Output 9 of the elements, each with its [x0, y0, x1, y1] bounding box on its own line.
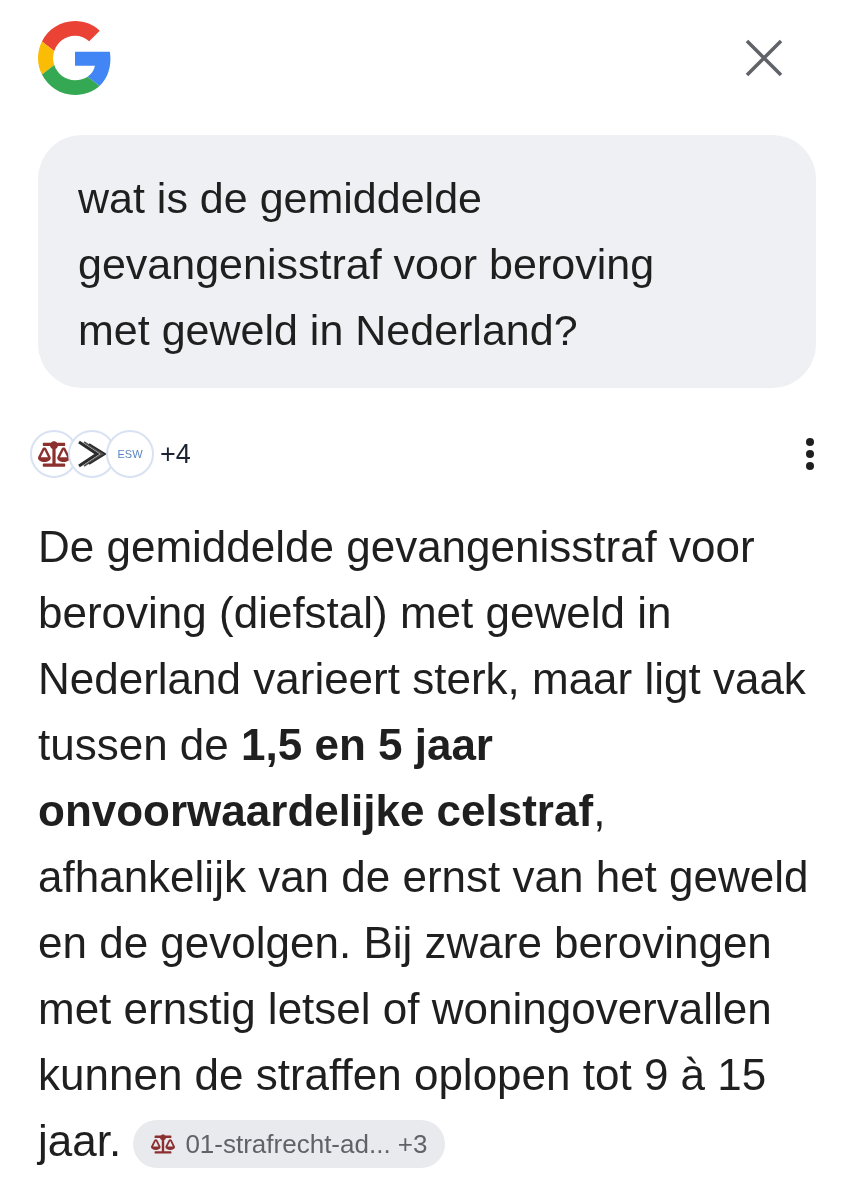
google-logo-icon — [38, 21, 112, 95]
query-text: wat is de gemiddelde gevangenisstraf voor beroving met geweld in Nederland? — [78, 173, 656, 356]
more-options-icon[interactable] — [805, 437, 815, 471]
sources-button[interactable]: ESW +4 — [30, 430, 191, 478]
site-logo: ESW — [106, 430, 154, 478]
scales-icon — [151, 1132, 176, 1157]
close-icon[interactable] — [745, 39, 783, 77]
answer-text: De gemiddelde gevangenisstraf voor beroving (diefstal) met geweld in Nederland varieert sterk, maar ligt vaak tussen de 1,5 en 5 jaar onvoorwaardelijke celstraf, afhankelijk van de ernst van het geweld en de gevolgen. Bij zware berovingen met ernstig letsel of woningovervallen kunnen de straffen oplopen tot 9 à 15 jaar. 01-strafrecht-ad... +3 — [38, 514, 816, 1174]
citation-chip[interactable]: 01-strafrecht-ad... +3 — [133, 1120, 446, 1169]
